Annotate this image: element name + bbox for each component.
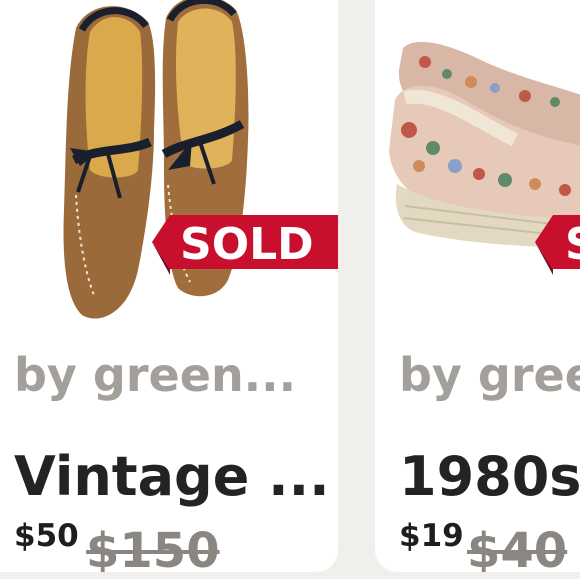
listing-grid: SOLD by green... Vintage ... $50 $150 by… <box>0 0 580 579</box>
sold-badge-label: S <box>565 218 580 272</box>
listing-title[interactable]: Vintage ... <box>14 445 330 508</box>
sold-badge-label: SOLD <box>180 219 314 270</box>
listing-image[interactable] <box>375 0 580 330</box>
sold-badge: SOLD <box>152 215 338 275</box>
listing-image[interactable] <box>0 0 338 330</box>
listing-title[interactable]: 1980s V <box>399 445 580 508</box>
listing-card[interactable]: S by gree 1980s V $19 $40 <box>375 0 580 572</box>
listing-card[interactable]: SOLD by green... Vintage ... $50 $150 <box>0 0 338 572</box>
brand-label[interactable]: by green... <box>14 348 296 402</box>
brand-label[interactable]: by gree <box>399 348 580 402</box>
original-price: $40 <box>467 523 568 572</box>
brown-shoes-image <box>63 0 249 319</box>
listing-price: $50 <box>14 518 79 554</box>
listing-price: $19 <box>399 518 464 554</box>
original-price: $150 <box>86 523 220 572</box>
sold-badge: S <box>535 215 580 275</box>
floral-wedges-image <box>389 41 580 248</box>
